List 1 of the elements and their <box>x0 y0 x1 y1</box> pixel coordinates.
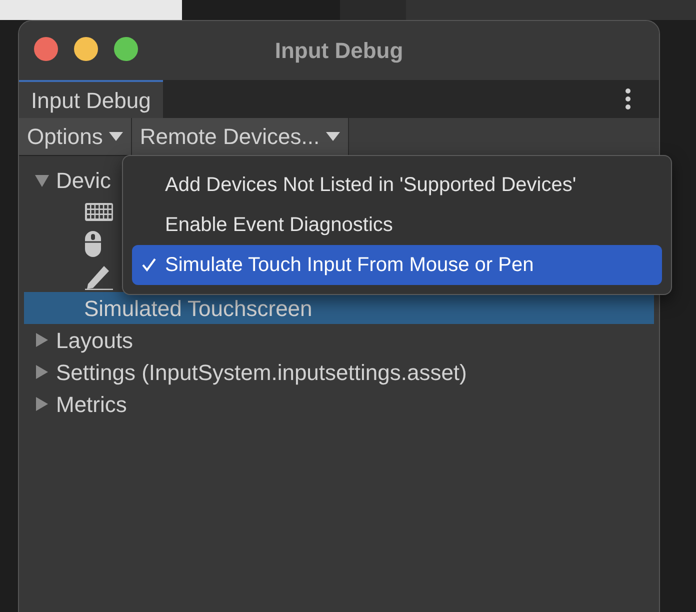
window-title: Input Debug <box>274 37 404 65</box>
